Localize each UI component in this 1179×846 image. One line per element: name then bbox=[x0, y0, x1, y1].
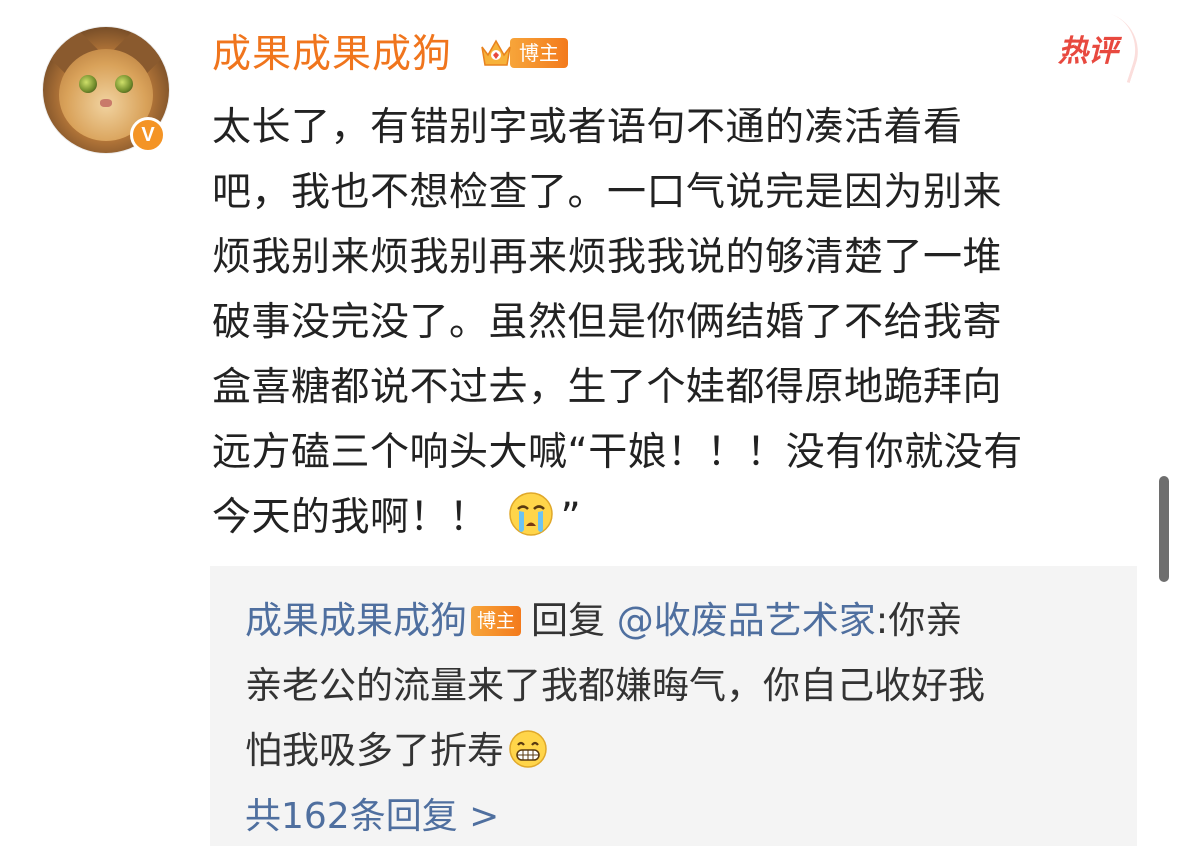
verified-badge-icon: V bbox=[130, 117, 166, 153]
reply-line1-rest: :你亲 bbox=[875, 599, 963, 642]
comment-line: 太长了，有错别字或者语句不通的凑活着看 bbox=[212, 105, 963, 150]
reply-mention-link[interactable]: @收废品艺术家 bbox=[617, 599, 876, 642]
reply-word: 回复 bbox=[531, 599, 606, 642]
comment-body: 太长了，有错别字或者语句不通的凑活着看 吧，我也不想检查了。一口气说完是因为别来… bbox=[212, 95, 1132, 550]
comment-line: 烦我别来烦我别再来烦我我说的够清楚了一堆 bbox=[212, 235, 1003, 280]
comment-closing-quote: ” bbox=[560, 495, 582, 540]
blogger-badge-label: 博主 bbox=[510, 38, 568, 68]
comment-line: 盒喜糖都说不过去，生了个娃都得原地跪拜向 bbox=[212, 365, 1003, 410]
comment-last-text: 今天的我啊！！ bbox=[212, 495, 489, 540]
view-all-replies-link[interactable]: 共162条回复 > bbox=[245, 792, 499, 842]
hot-comment-tag: 热评 bbox=[1058, 32, 1118, 72]
grinning-face-icon bbox=[508, 724, 548, 768]
reply-blogger-badge: 博主 bbox=[471, 606, 522, 636]
blogger-badge: 博主 bbox=[478, 33, 568, 73]
reply-line: 怕我吸多了折寿 bbox=[245, 718, 1115, 783]
comment-line: 破事没完没了。虽然但是你俩结婚了不给我寄 bbox=[212, 300, 1003, 345]
comment-line-last: 今天的我啊！！ ” bbox=[212, 485, 1132, 550]
comment-username[interactable]: 成果成果成狗 bbox=[212, 30, 452, 80]
reply-body: 成果成果成狗 博主 回复 @收废品艺术家:你亲 亲老公的流量来了我都嫌晦气，你自己收… bbox=[245, 588, 1115, 783]
avatar-cat-eye-right bbox=[115, 75, 133, 93]
comment-line: 远方磕三个响头大喊“干娘！！！没有你就没有 bbox=[212, 430, 1023, 475]
avatar-cat-nose bbox=[100, 99, 112, 107]
reply-line: 成果成果成狗 博主 回复 @收废品艺术家:你亲 bbox=[245, 588, 1115, 653]
weibo-comment-page: V 成果成果成狗 博主 热评 太长了，有错别字或者语句不通的凑活着看 吧，我也不… bbox=[0, 0, 1179, 846]
crown-icon bbox=[478, 35, 514, 71]
comment-line: 吧，我也不想检查了。一口气说完是因为别来 bbox=[212, 170, 1003, 215]
scrollbar-thumb[interactable] bbox=[1159, 476, 1169, 582]
reply-author[interactable]: 成果成果成狗 bbox=[245, 599, 467, 642]
avatar-cat-eye-left bbox=[79, 75, 97, 93]
reply-line: 亲老公的流量来了我都嫌晦气，你自己收好我 bbox=[245, 664, 985, 707]
reply-preview-box[interactable]: 成果成果成狗 博主 回复 @收废品艺术家:你亲 亲老公的流量来了我都嫌晦气，你自己收… bbox=[210, 566, 1137, 846]
reply-line3-text: 怕我吸多了折寿 bbox=[245, 729, 504, 772]
crying-face-icon bbox=[507, 490, 555, 538]
